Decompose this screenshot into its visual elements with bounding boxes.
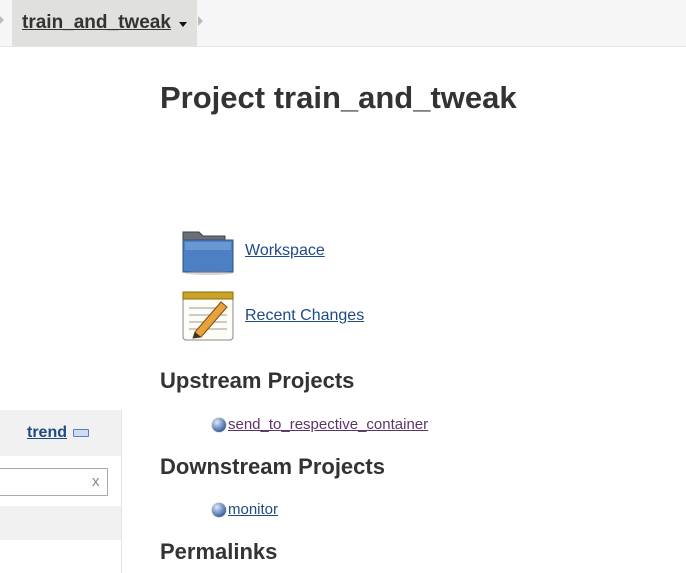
page-title: Project train_and_tweak	[160, 80, 517, 115]
list-item[interactable]: send_to_respective_container	[212, 416, 428, 433]
task-recent-changes[interactable]: Recent Changes	[181, 288, 364, 344]
upstream-project-link[interactable]: send_to_respective_container	[228, 416, 428, 433]
breadcrumb: train_and_tweak	[0, 0, 686, 47]
permalinks-heading: Permalinks	[160, 539, 278, 564]
build-history-panel: trend x	[0, 410, 122, 573]
breadcrumb-separator-icon	[198, 16, 203, 26]
task-workspace[interactable]: Workspace	[181, 226, 325, 276]
recent-changes-link[interactable]: Recent Changes	[245, 307, 364, 325]
build-history-row	[0, 506, 121, 540]
status-ball-icon	[212, 502, 226, 517]
chevron-down-icon[interactable]	[178, 21, 187, 27]
breadcrumb-project-link[interactable]: train_and_tweak	[22, 12, 171, 34]
breadcrumb-separator-icon	[0, 16, 4, 24]
downstream-heading: Downstream Projects	[160, 454, 385, 479]
status-ball-icon	[212, 417, 226, 432]
filter-row: x	[0, 456, 121, 506]
downstream-project-link[interactable]: monitor	[228, 501, 278, 518]
notepad-icon	[182, 291, 234, 341]
trend-link[interactable]: trend	[27, 424, 67, 442]
workspace-link[interactable]: Workspace	[245, 242, 325, 260]
list-item[interactable]: monitor	[212, 501, 278, 518]
breadcrumb-item-project[interactable]: train_and_tweak	[12, 0, 197, 46]
upstream-heading: Upstream Projects	[160, 368, 355, 393]
clear-icon[interactable]: x	[92, 473, 100, 490]
build-history-header: trend	[0, 410, 121, 456]
folder-icon	[182, 231, 234, 275]
collapse-icon[interactable]	[73, 429, 89, 437]
